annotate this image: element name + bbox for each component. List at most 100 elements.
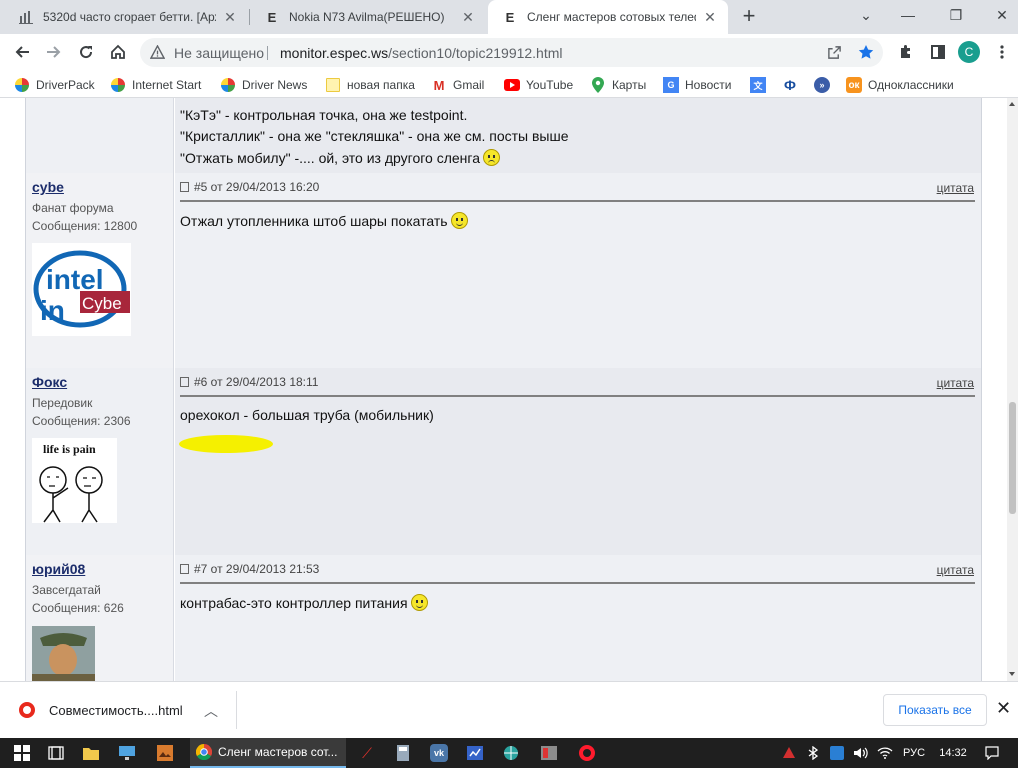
close-window-icon[interactable]: ✕ <box>978 0 1018 30</box>
bookmark-internet-start[interactable]: Internet Start <box>110 76 201 94</box>
message-line-with-smiley: "Отжать мобилу" -.... ой, это из другого… <box>180 149 500 166</box>
bookmark-star-icon[interactable] <box>852 38 880 66</box>
bookmark-maps[interactable]: Карты <box>590 76 646 94</box>
monitor-app-icon[interactable] <box>112 738 142 768</box>
menu-kebab-icon[interactable] <box>988 38 1016 66</box>
new-tab-button[interactable]: + <box>737 5 761 29</box>
tab-3-active[interactable]: E Сленг мастеров сотовых телеф ✕ <box>488 0 728 34</box>
highlighter-mark <box>179 434 274 454</box>
profile-avatar[interactable]: С <box>958 41 980 63</box>
bluetooth-icon[interactable] <box>802 738 824 768</box>
taskbar-chrome-window[interactable]: Сленг мастеров сот... <box>190 738 346 768</box>
post-previous-tail: "КэТэ" - контрольная точка, она же testp… <box>26 98 981 173</box>
antivirus-tray-icon[interactable] <box>778 738 800 768</box>
wifi-icon[interactable] <box>874 738 896 768</box>
home-icon[interactable] <box>104 38 132 66</box>
task-view-icon[interactable] <box>40 738 72 768</box>
bookmark-forward[interactable]: » <box>814 76 836 94</box>
username-link[interactable]: cybe <box>32 179 64 195</box>
file-explorer-icon[interactable] <box>76 738 106 768</box>
tab-title: Nokia N73 Avilma(РЕШЕНО) <box>289 10 445 24</box>
reload-icon[interactable] <box>72 38 100 66</box>
post-header: #7 от 29/04/2013 21:53 <box>180 562 319 576</box>
username-link[interactable]: юрий08 <box>32 561 85 577</box>
author-column: cybe Фанат форума Сообщения: 12800 intel… <box>26 173 174 368</box>
url-text[interactable]: monitor.espec.ws/section10/topic219912.h… <box>280 45 563 61</box>
bookmark-driverpack[interactable]: DriverPack <box>14 76 95 94</box>
tab-1[interactable]: 5320d часто сгорает бетти. [Арх ✕ <box>4 0 248 34</box>
quote-link[interactable]: цитата <box>937 376 974 390</box>
username-link[interactable]: Фокс <box>32 374 67 390</box>
taskbar-app-title: Сленг мастеров сот... <box>218 745 338 759</box>
media-app-icon[interactable] <box>460 738 490 768</box>
notifications-icon[interactable] <box>980 738 1004 768</box>
smiley-icon <box>410 594 428 611</box>
post: Фокс Передовик Сообщения: 2306 life is p… <box>26 368 981 555</box>
bookmark-gmail[interactable]: M Gmail <box>431 76 485 94</box>
bookmark-odnoklassniki[interactable]: ок Одноклассники <box>846 76 954 94</box>
bookmark-label: Driver News <box>242 78 308 92</box>
bookmark-label: Internet Start <box>132 78 202 92</box>
double-chevron-icon: » <box>814 77 830 93</box>
bookmark-folder[interactable]: новая папка <box>325 76 415 94</box>
screen: 5320d часто сгорает бетти. [Арх ✕ E Noki… <box>0 0 1018 768</box>
avatar-logo-text: intel <box>46 264 104 295</box>
close-tab-icon[interactable]: ✕ <box>460 9 476 25</box>
scrollbar-thumb[interactable] <box>1009 402 1016 514</box>
close-tab-icon[interactable]: ✕ <box>702 9 718 25</box>
maps-icon <box>590 77 606 93</box>
tab-search-icon[interactable]: ⌄ <box>842 0 890 30</box>
quote-link[interactable]: цитата <box>937 181 974 195</box>
tab-2[interactable]: E Nokia N73 Avilma(РЕШЕНО) ✕ <box>250 0 486 34</box>
avatar-badge-text: Cybe <box>82 294 122 313</box>
bookmark-driver-news[interactable]: Driver News <box>220 76 307 94</box>
bookmark-label: YouTube <box>526 78 574 92</box>
language-indicator[interactable]: РУС <box>898 738 930 768</box>
brush-app-icon[interactable]: ⟋ <box>352 738 382 768</box>
globe-app-icon[interactable] <box>496 738 526 768</box>
bookmark-phi[interactable]: Ф <box>782 76 804 94</box>
close-tab-icon[interactable]: ✕ <box>222 9 238 25</box>
sidepanel-icon[interactable] <box>924 38 952 66</box>
calculator-icon[interactable] <box>388 738 418 768</box>
bookmark-translate[interactable]: 文 <box>750 76 772 94</box>
avatar: intel in Cybe <box>32 243 131 336</box>
vertical-scrollbar[interactable] <box>1007 98 1018 681</box>
opera-file-icon[interactable] <box>19 702 35 718</box>
forward-icon[interactable] <box>40 38 68 66</box>
bookmark-label: Карты <box>612 78 647 92</box>
scroll-up-arrow[interactable] <box>1009 102 1015 106</box>
share-icon[interactable] <box>820 38 848 66</box>
sad-smiley-icon <box>482 149 500 166</box>
bookmark-youtube[interactable]: YouTube <box>504 76 573 94</box>
show-all-button[interactable]: Показать все <box>883 694 987 726</box>
quote-link[interactable]: цитата <box>937 563 974 577</box>
back-icon[interactable] <box>8 38 36 66</box>
user-post-count: Сообщения: 2306 <box>32 414 131 428</box>
bookmark-news[interactable]: G Новости <box>663 76 731 94</box>
security-label[interactable]: Не защищено <box>174 45 264 61</box>
maximize-icon[interactable]: ❐ <box>932 0 980 30</box>
vk-icon[interactable]: vk <box>424 738 454 768</box>
windows-start-icon[interactable] <box>6 738 38 768</box>
post-divider <box>180 200 975 202</box>
post-text: контрабас-это контроллер питания <box>180 594 408 611</box>
opera-icon[interactable] <box>572 738 602 768</box>
address-bar[interactable]: Не защищено monitor.espec.ws/section10/t… <box>140 38 883 67</box>
divider <box>267 46 268 60</box>
close-downloads-icon[interactable]: ✕ <box>996 698 1011 719</box>
download-filename[interactable]: Совместимость....html <box>49 703 183 718</box>
volume-icon[interactable] <box>850 738 872 768</box>
extensions-icon[interactable] <box>892 38 920 66</box>
author-column: юрий08 Завсегдатай Сообщения: 626 <box>26 555 174 681</box>
photo-app-icon[interactable] <box>150 738 180 768</box>
terminal-app-icon[interactable] <box>534 738 564 768</box>
scroll-down-arrow[interactable] <box>1009 672 1015 676</box>
clock[interactable]: 14:32 <box>934 738 972 768</box>
bookmark-label: Новости <box>685 78 732 92</box>
tray-app-icon[interactable] <box>826 738 848 768</box>
post-number-date: #6 от 29/04/2013 18:11 <box>194 375 319 389</box>
chevron-up-icon[interactable]: ︿ <box>204 701 218 721</box>
warning-icon[interactable] <box>150 45 165 60</box>
minimize-icon[interactable]: — <box>884 0 932 30</box>
